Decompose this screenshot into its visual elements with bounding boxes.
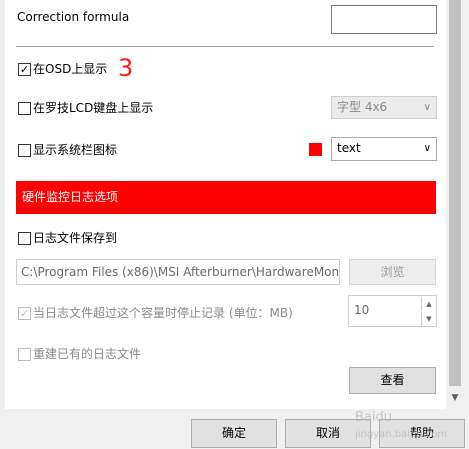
spin-down-icon[interactable]: ▼: [421, 312, 436, 326]
view-button[interactable]: 查看: [349, 367, 436, 394]
recreate-log-checkbox[interactable]: [18, 348, 31, 361]
tray-checkbox[interactable]: [18, 144, 31, 157]
correction-formula-input[interactable]: [331, 5, 437, 34]
separator: [16, 46, 434, 47]
log-save-label: 日志文件保存到: [33, 231, 118, 245]
section-header: 硬件监控日志选项: [16, 181, 436, 214]
chevron-down-icon: ∨: [423, 143, 431, 154]
scroll-down-arrow-icon[interactable]: ▼: [449, 391, 461, 405]
watermark-line2: jingyan.baidu.com: [355, 429, 448, 440]
log-limit-spinner[interactable]: 10 ▲ ▼: [348, 295, 437, 327]
watermark-line1: Baidu: [355, 410, 392, 425]
lcd-font-value: 字型 4x6: [337, 100, 388, 114]
tray-color-swatch[interactable]: [309, 143, 322, 156]
log-limit-value: 10: [354, 303, 370, 317]
log-path-input[interactable]: C:\Program Files (x86)\MSI Afterburner\H…: [16, 259, 340, 285]
chevron-down-icon: ∨: [423, 102, 431, 113]
lcd-label: 在罗技LCD键盘上显示: [33, 101, 154, 115]
recreate-log-label: 重建已有的日志文件: [33, 347, 142, 361]
browse-button[interactable]: 浏览: [349, 259, 436, 285]
scrollbar-thumb[interactable]: [449, 0, 461, 386]
tray-label: 显示系统栏图标: [33, 143, 118, 157]
lcd-checkbox[interactable]: [18, 102, 31, 115]
log-save-checkbox[interactable]: [18, 232, 31, 245]
log-limit-checkbox[interactable]: ✓: [18, 307, 31, 320]
step-annotation: 3: [118, 54, 134, 82]
lcd-font-select[interactable]: 字型 4x6 ∨: [331, 96, 437, 119]
correction-formula-label: Correction formula: [17, 10, 130, 24]
osd-label: 在OSD上显示: [33, 62, 108, 76]
spin-up-icon[interactable]: ▲: [421, 297, 436, 311]
tray-mode-select[interactable]: text ∨: [331, 137, 437, 161]
tray-mode-value: text: [337, 141, 361, 155]
ok-button[interactable]: 确定: [191, 419, 277, 448]
log-limit-label: 当日志文件超过这个容量时停止记录 (单位：MB): [33, 306, 293, 320]
watermark: Baidu jingyan.baidu.com: [355, 409, 467, 447]
osd-checkbox[interactable]: ✓: [18, 63, 31, 76]
